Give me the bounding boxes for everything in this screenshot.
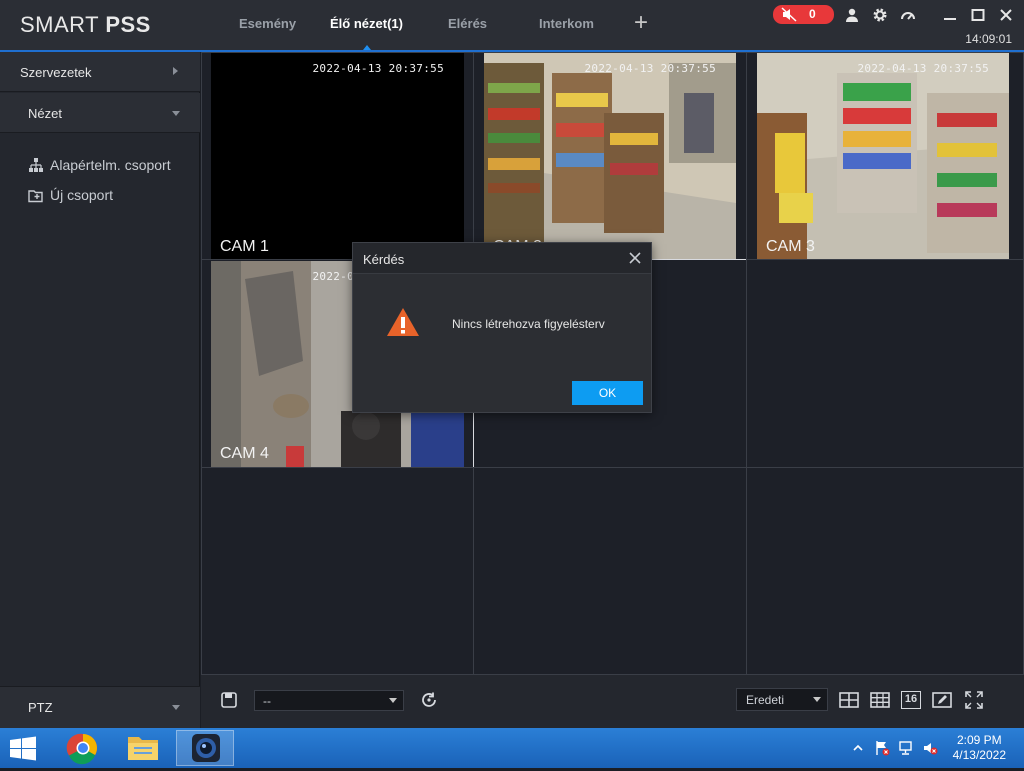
alarm-badge[interactable]: 0 [773, 5, 834, 24]
question-dialog: Kérdés Nincs létrehozva figyelésterv OK [352, 242, 652, 413]
volume-muted-icon[interactable] [922, 740, 938, 756]
video-cell-7[interactable] [201, 467, 474, 675]
video-cell-8[interactable] [473, 467, 747, 675]
dialog-title: Kérdés [363, 252, 405, 267]
dialog-title-bar: Kérdés [353, 243, 651, 274]
add-tab-button[interactable]: + [630, 11, 652, 35]
close-icon[interactable] [627, 250, 643, 266]
ptz-section[interactable]: PTZ [0, 686, 200, 728]
warning-icon [387, 308, 419, 336]
sidebar: Szervezetek Nézet Alapértelm. csoport Új… [0, 52, 200, 728]
chrome-icon [66, 733, 97, 765]
tab-intercom[interactable]: Interkom [539, 16, 594, 31]
windows-start-icon[interactable] [8, 736, 38, 761]
performance-gauge-icon[interactable] [900, 7, 916, 23]
taskbar-date: 4/13/2022 [952, 748, 1006, 762]
refresh-icon[interactable] [419, 691, 439, 709]
folder-icon [128, 737, 158, 760]
clock: 14:09:01 [965, 32, 1012, 46]
ok-button[interactable]: OK [572, 381, 643, 405]
camera-label: CAM 4 [220, 445, 269, 462]
mute-speaker-icon [781, 7, 797, 22]
taskbar-file-explorer[interactable] [114, 730, 172, 766]
layout-4-icon[interactable] [839, 691, 859, 709]
chevron-down-icon [172, 111, 180, 116]
active-tab-indicator [363, 45, 371, 50]
layout-9-icon[interactable] [870, 691, 890, 709]
video-cell-2[interactable]: 2022-04-13 20:37:55 CAM 2 [473, 52, 747, 260]
network-icon[interactable] [898, 740, 914, 756]
video-cell-6[interactable] [746, 259, 1024, 468]
camera-feed: 2022-04-13 20:37:55 CAM 2 [484, 53, 736, 259]
chevron-down-icon [813, 697, 821, 702]
camera-feed: 2022-04-13 20:37:55 CAM 1 [211, 53, 464, 259]
new-folder-icon [28, 190, 43, 203]
app-logo: SMART PSS [20, 12, 151, 37]
camera-feed: 2022-04-13 20:37:55 CAM 3 [757, 53, 1009, 259]
taskbar-clock[interactable]: 2:09 PM 4/13/2022 [953, 733, 1006, 763]
gear-icon[interactable] [872, 7, 888, 23]
maximize-icon[interactable] [970, 7, 986, 23]
fullscreen-icon[interactable] [964, 691, 984, 709]
tab-live-view[interactable]: Élő nézet(1) [330, 16, 403, 31]
dialog-message: Nincs létrehozva figyelésterv [452, 317, 605, 331]
view-select[interactable]: -- [254, 690, 404, 711]
taskbar-time: 2:09 PM [956, 733, 1002, 747]
chevron-down-icon [172, 705, 180, 710]
group-tree-icon [29, 158, 43, 172]
sidebar-section-view[interactable]: Nézet [0, 93, 200, 133]
live-view-toolbar: -- Eredeti 16 [201, 675, 1024, 728]
sidebar-section-organizations[interactable]: Szervezetek [0, 52, 200, 92]
minimize-icon[interactable] [942, 7, 958, 23]
store-interior-image [484, 53, 736, 259]
taskbar-smart-pss[interactable] [176, 730, 234, 766]
camera-label: CAM 1 [220, 238, 269, 255]
video-cell-3[interactable]: 2022-04-13 20:37:55 CAM 3 [746, 52, 1024, 260]
save-view-icon[interactable] [219, 691, 239, 709]
layout-16-button[interactable]: 16 [901, 691, 921, 709]
user-icon[interactable] [844, 7, 860, 23]
edit-layout-icon[interactable] [932, 691, 952, 709]
alarm-count: 0 [809, 7, 816, 21]
video-cell-9[interactable] [746, 467, 1024, 675]
tab-event[interactable]: Esemény [239, 16, 296, 31]
show-hidden-icons-icon[interactable] [850, 740, 866, 756]
store-interior-image [757, 53, 1009, 259]
aspect-ratio-select[interactable]: Eredeti [736, 688, 828, 711]
taskbar-chrome[interactable] [54, 730, 112, 766]
chevron-down-icon [389, 698, 397, 703]
chevron-right-icon [173, 67, 178, 75]
windows-taskbar: 2:09 PM 4/13/2022 [0, 728, 1024, 768]
close-icon[interactable] [998, 7, 1014, 23]
action-center-flag-icon[interactable] [874, 740, 890, 756]
smart-pss-app-icon [192, 734, 220, 762]
title-bar: SMART PSS Esemény Élő nézet(1) Elérés In… [0, 0, 1024, 52]
camera-label: CAM 3 [766, 238, 815, 255]
video-cell-1[interactable]: 2022-04-13 20:37:55 CAM 1 [201, 52, 474, 260]
tab-access[interactable]: Elérés [448, 16, 487, 31]
